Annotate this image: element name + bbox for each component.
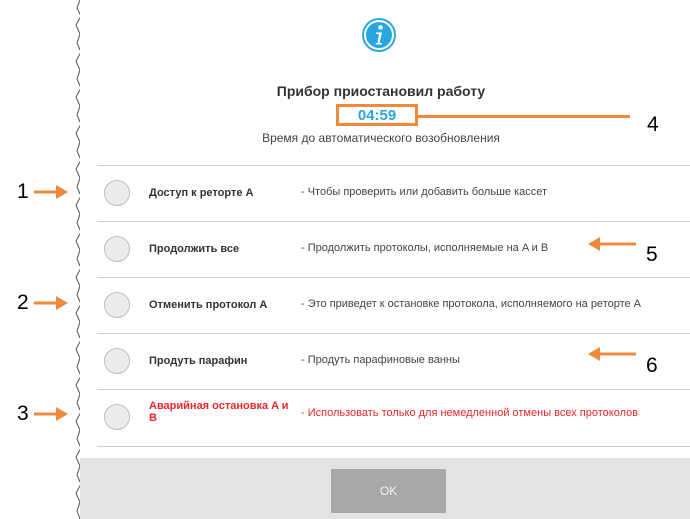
dialog-subtitle: Время до автоматического возобновления [262,131,500,145]
radio-button[interactable] [104,404,130,430]
option-description: - Продолжить протоколы, исполняемые на A… [301,242,549,254]
ok-button[interactable]: OK [331,469,446,513]
callout-number-3: 3 [17,402,29,425]
option-description: - Использовать только для немедленной от… [301,407,639,419]
info-icon [362,18,396,52]
dialog-footer: OK [80,458,690,519]
callout-arrow-3 [34,407,68,421]
option-row-access-retort-a[interactable]: Доступ к реторте A - Чтобы проверить или… [97,165,690,221]
radio-button[interactable] [104,236,130,262]
radio-button[interactable] [104,292,130,318]
callout-arrow-5 [588,237,636,251]
callout-arrow-6 [588,347,636,361]
callout-number-2: 2 [17,291,29,314]
option-description: - Чтобы проверить или добавить больше ка… [301,186,548,198]
dialog-title: Прибор приостановил работу [276,83,486,99]
option-label: Продуть парафин [149,355,248,367]
option-label: Аварийная остановка A и B [149,400,289,424]
callout-number-5: 5 [646,243,658,266]
callout-number-6: 6 [646,354,658,377]
callout-arrow-2 [34,296,68,310]
pause-dialog: Прибор приостановил работу 04:59 Время д… [80,0,690,519]
option-row-emergency-stop[interactable]: Аварийная остановка A и B - Использовать… [97,389,690,447]
callout-line-4 [418,115,630,118]
callout-arrow-1 [34,185,68,199]
option-label: Отменить протокол A [149,299,268,311]
option-description: - Это приведет к остановке протокола, ис… [301,298,642,310]
option-label: Продолжить все [149,243,240,255]
radio-button[interactable] [104,180,130,206]
countdown-timer: 04:59 [336,104,418,126]
callout-number-4: 4 [647,113,659,136]
radio-button[interactable] [104,348,130,374]
option-label: Доступ к реторте A [149,187,254,199]
callout-number-1: 1 [17,180,29,203]
option-description: - Продуть парафиновые ванны [301,354,460,366]
option-row-cancel-protocol-a[interactable]: Отменить протокол A - Это приведет к ост… [97,277,690,333]
